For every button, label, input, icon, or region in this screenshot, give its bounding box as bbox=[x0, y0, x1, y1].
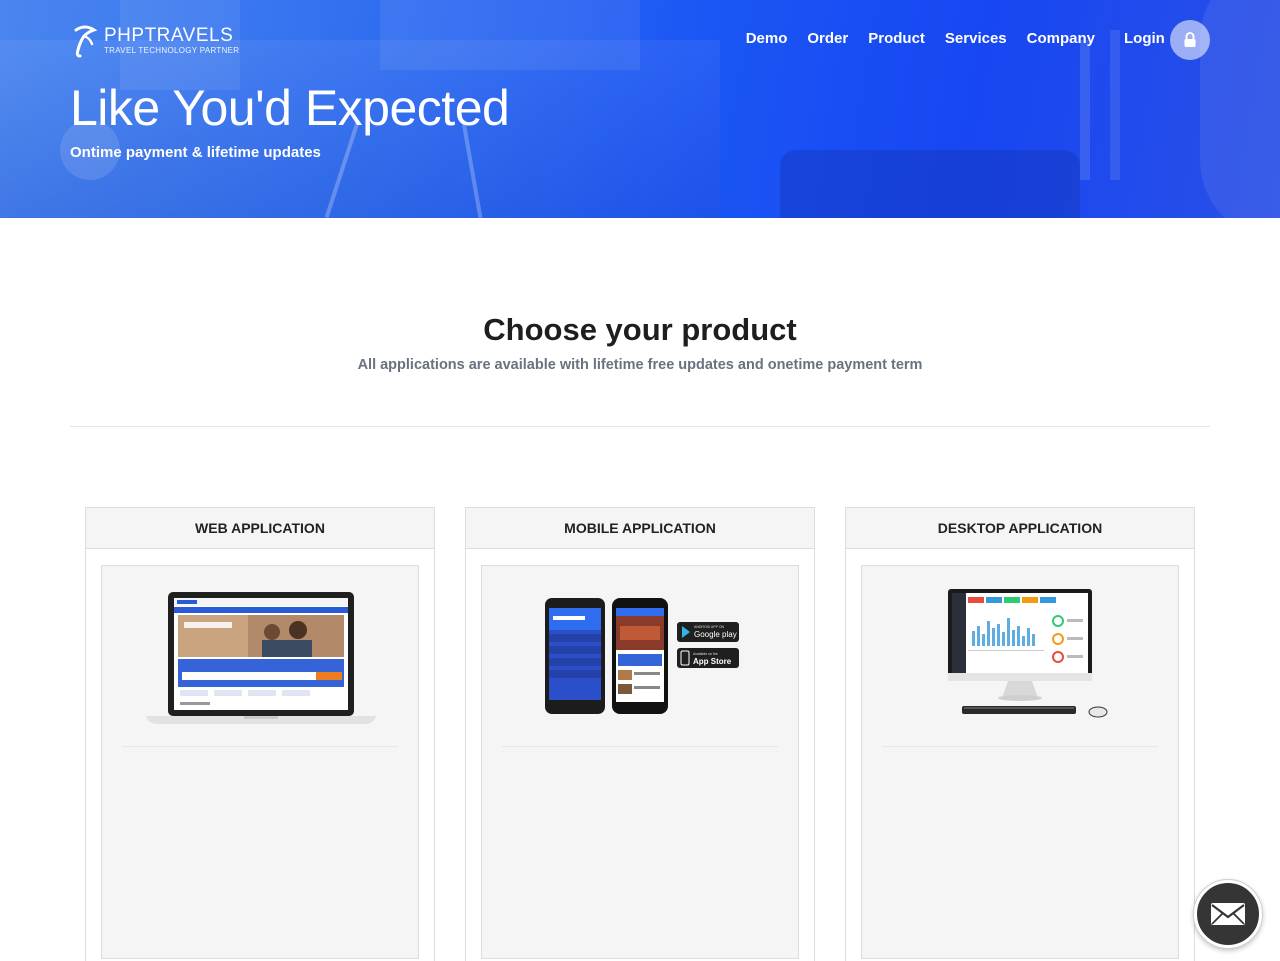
brand-name: PHPTRAVELS bbox=[104, 25, 234, 46]
section-subtitle: All applications are available with life… bbox=[357, 357, 923, 373]
section-title: Choose your product bbox=[483, 312, 797, 347]
nav-item-demo[interactable]: Demo bbox=[746, 30, 788, 48]
card-separator bbox=[122, 746, 398, 747]
laptop-screenshot bbox=[146, 592, 376, 724]
contact-mail-button[interactable] bbox=[1194, 880, 1262, 948]
app-store-badge-text: App Store bbox=[693, 657, 732, 666]
hero-suitcase-handle bbox=[1110, 30, 1120, 180]
product-card-body bbox=[101, 565, 419, 959]
nav-item-order[interactable]: Order bbox=[807, 30, 848, 48]
google-play-badge-text: Google play bbox=[694, 630, 737, 639]
card-separator bbox=[502, 746, 778, 747]
product-card-mobile[interactable]: MOBILE APPLICATION ANDROID APP ON Google… bbox=[465, 507, 815, 961]
google-play-badge-small: ANDROID APP ON bbox=[694, 625, 725, 629]
desktop-screenshot bbox=[948, 589, 1108, 718]
brand-logo[interactable]: PHPTRAVELS TRAVEL TECHNOLOGY PARTNER bbox=[72, 24, 239, 58]
envelope-icon bbox=[1211, 903, 1245, 925]
nav-item-product[interactable]: Product bbox=[868, 30, 925, 48]
product-card-desktop[interactable]: DESKTOP APPLICATION bbox=[845, 507, 1195, 961]
product-card-title: WEB APPLICATION bbox=[86, 508, 434, 549]
app-store-badge-small: Available on the bbox=[693, 652, 718, 656]
nav-item-services[interactable]: Services bbox=[945, 30, 1007, 48]
hero-suitcase-handle bbox=[1080, 40, 1090, 180]
product-card-body: ANDROID APP ON Google play Available on … bbox=[481, 565, 799, 959]
hero-subtitle: Ontime payment & lifetime updates bbox=[70, 144, 321, 161]
lock-icon bbox=[1184, 32, 1196, 47]
hero-banner: PHPTRAVELS TRAVEL TECHNOLOGY PARTNER Dem… bbox=[0, 0, 1280, 218]
product-card-body bbox=[861, 565, 1179, 959]
brand-tagline: TRAVEL TECHNOLOGY PARTNER bbox=[104, 46, 240, 55]
phones-screenshot: ANDROID APP ON Google play Available on … bbox=[545, 598, 739, 714]
hero-background-arch bbox=[1200, 0, 1280, 218]
product-card-web[interactable]: WEB APPLICATION bbox=[85, 507, 435, 961]
nav-item-company[interactable]: Company bbox=[1027, 30, 1095, 48]
hero-suitcase-shape bbox=[780, 150, 1080, 218]
phptravels-logo-icon bbox=[74, 25, 98, 58]
card-separator bbox=[882, 746, 1158, 747]
product-card-title: DESKTOP APPLICATION bbox=[846, 508, 1194, 549]
hero-title: Like You'd Expected bbox=[70, 80, 510, 136]
hero-background-building bbox=[380, 0, 640, 70]
login-button[interactable] bbox=[1170, 20, 1210, 60]
main-nav: Demo Order Product Services Company bbox=[746, 30, 1095, 48]
section-divider bbox=[70, 426, 1210, 427]
product-card-title: MOBILE APPLICATION bbox=[466, 508, 814, 549]
login-link[interactable]: Login bbox=[1124, 30, 1165, 48]
